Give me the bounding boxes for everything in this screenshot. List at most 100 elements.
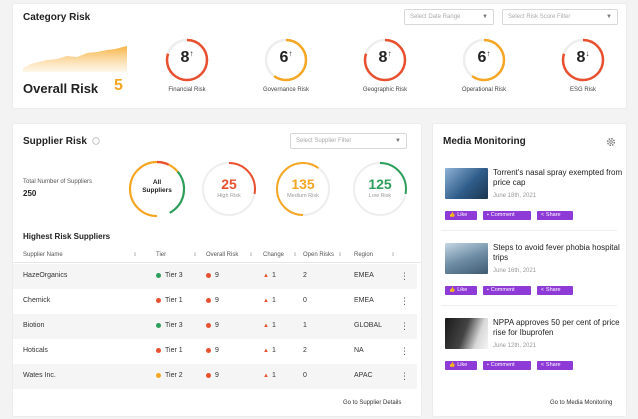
supplier-filter-select[interactable]: Select Supplier Filter ▼ — [290, 133, 407, 149]
table-row[interactable]: Chemick Tier 1 9 ▲ 1 0 EMEA ⋮ — [13, 289, 417, 314]
more-options-icon[interactable]: ⋮ — [400, 271, 409, 282]
risk-gauge-label: Governance Risk — [262, 87, 310, 93]
sort-icon[interactable]: ⇕ — [338, 252, 342, 258]
table-header-cell[interactable]: Change — [263, 252, 284, 258]
risk-gauge[interactable]: 8↑ — [164, 37, 210, 83]
news-title[interactable]: NPPA approves 50 per cent of price rise … — [493, 318, 623, 338]
comment-icon: ▪ — [487, 212, 489, 218]
sort-icon[interactable]: ⇕ — [249, 252, 253, 258]
table-header-cell[interactable]: Overall Risk — [206, 252, 238, 258]
supplier-name[interactable]: Biotion — [23, 322, 44, 329]
news-divider — [441, 230, 617, 231]
risk-gauge-label: Geographic Risk — [362, 87, 408, 93]
change-cell: ▲ 1 — [263, 347, 276, 354]
share-icon: < — [541, 287, 544, 293]
more-options-icon[interactable]: ⋮ — [400, 371, 409, 382]
thumbs-up-icon: 👍 — [449, 362, 456, 368]
share-icon: < — [541, 362, 544, 368]
more-options-icon[interactable]: ⋮ — [400, 321, 409, 332]
triangle-up-icon: ▲ — [263, 348, 269, 354]
tier-cell: Tier 1 — [156, 347, 183, 354]
risk-gauge-value: 8↑ — [180, 49, 194, 66]
risk-dot — [206, 322, 211, 328]
sort-icon[interactable]: ⇕ — [391, 252, 395, 258]
triangle-up-icon: ▲ — [263, 298, 269, 304]
region-cell: EMEA — [354, 297, 374, 304]
news-date: June 18th, 2021 — [493, 193, 537, 199]
change-cell: ▲ 1 — [263, 297, 276, 304]
triangle-up-icon: ▲ — [263, 323, 269, 329]
region-cell: APAC — [354, 372, 373, 379]
sort-icon[interactable]: ⇕ — [193, 252, 197, 258]
comment-button[interactable]: ▪ Comment — [483, 286, 531, 295]
table-header-cell[interactable]: Supplier Name — [23, 252, 63, 258]
table-row[interactable]: Biotion Tier 3 9 ▲ 1 1 GLOBAL ⋮ — [13, 314, 417, 339]
news-image-ibuprofen[interactable] — [445, 318, 488, 349]
like-button[interactable]: 👍 Like — [445, 211, 477, 220]
risk-count-label: Medium Risk — [287, 193, 319, 199]
region-cell: NA — [354, 347, 364, 354]
supplier-name[interactable]: HazeOrganics — [23, 272, 67, 279]
risk-count-circle[interactable]: 125 Low Risk — [352, 161, 408, 217]
table-row[interactable]: HazeOrganics Tier 3 9 ▲ 1 2 EMEA ⋮ — [13, 264, 417, 289]
share-button[interactable]: < Share — [537, 211, 573, 220]
media-monitoring-link[interactable]: Go to Media Monitoring — [550, 400, 612, 406]
risk-gauge-label: Financial Risk — [168, 87, 206, 93]
risk-gauge-label: Operational Risk — [461, 87, 507, 93]
risk-gauge[interactable]: 6↑ — [461, 37, 507, 83]
table-header-cell[interactable]: Tier — [156, 252, 166, 258]
news-divider — [441, 305, 617, 306]
news-image-nasal-spray[interactable] — [445, 168, 488, 199]
risk-dot — [206, 272, 211, 278]
supplier-details-link[interactable]: Go to Supplier Details — [343, 400, 401, 406]
share-button[interactable]: < Share — [537, 361, 573, 370]
comment-button[interactable]: ▪ Comment — [483, 361, 531, 370]
info-icon[interactable] — [92, 137, 100, 145]
gear-icon[interactable] — [606, 137, 616, 147]
overall-risk-cell: 9 — [206, 322, 219, 329]
overall-risk-value: 5 — [114, 77, 123, 94]
tier-cell: Tier 3 — [156, 272, 183, 279]
supplier-name[interactable]: Chemick — [23, 297, 50, 304]
risk-gauge[interactable]: 8↓ — [560, 37, 606, 83]
news-image-fever[interactable] — [445, 243, 488, 274]
news-date: June 12th, 2021 — [493, 343, 537, 349]
risk-gauge-value: 8↑ — [378, 49, 392, 66]
table-header-cell[interactable]: Open Risks — [303, 252, 334, 258]
triangle-up-icon: ▲ — [263, 373, 269, 379]
risk-gauge-label: ESG Risk — [569, 87, 596, 93]
like-button[interactable]: 👍 Like — [445, 361, 477, 370]
risk-gauge[interactable]: 6↑ — [263, 37, 309, 83]
news-title[interactable]: Steps to avoid fever phobia hospital tri… — [493, 243, 623, 263]
risk-gauge-value: 6↑ — [477, 49, 491, 66]
table-row[interactable]: Wates Inc. Tier 2 9 ▲ 1 0 APAC ⋮ — [13, 364, 417, 389]
table-row[interactable]: Hoticals Tier 1 9 ▲ 1 2 NA ⋮ — [13, 339, 417, 364]
risk-count-circle[interactable]: 25 High Risk — [201, 161, 257, 217]
supplier-name[interactable]: Hoticals — [23, 347, 48, 354]
more-options-icon[interactable]: ⋮ — [400, 346, 409, 357]
risk-gauge-value: 6↑ — [279, 49, 293, 66]
sort-icon[interactable]: ⇕ — [293, 252, 297, 258]
date-range-select[interactable]: Select Date Range ▼ — [404, 9, 494, 25]
risk-score-select[interactable]: Select Risk Score Filter ▼ — [502, 9, 618, 25]
news-title[interactable]: Torrent's nasal spray exempted from pric… — [493, 168, 623, 188]
all-suppliers-label: All Suppliers — [142, 179, 172, 194]
all-suppliers-donut[interactable]: All Suppliers — [127, 159, 187, 219]
tier-dot — [156, 297, 161, 303]
total-suppliers-value: 250 — [23, 189, 37, 198]
highest-risk-title: Highest Risk Suppliers — [23, 232, 111, 241]
share-button[interactable]: < Share — [537, 286, 573, 295]
open-risks-cell: 1 — [303, 322, 307, 329]
like-button[interactable]: 👍 Like — [445, 286, 477, 295]
more-options-icon[interactable]: ⋮ — [400, 296, 409, 307]
open-risks-cell: 0 — [303, 372, 307, 379]
risk-gauge[interactable]: 8↑ — [362, 37, 408, 83]
sort-icon[interactable]: ⇕ — [133, 252, 137, 258]
table-header-cell[interactable]: Region — [354, 252, 373, 258]
risk-count-circle[interactable]: 135 Medium Risk — [275, 161, 331, 217]
news-date: June 16th, 2021 — [493, 268, 537, 274]
risk-dot — [206, 347, 211, 353]
comment-button[interactable]: ▪ Comment — [483, 211, 531, 220]
supplier-name[interactable]: Wates Inc. — [23, 372, 56, 379]
arrow-up-icon: ↑ — [387, 49, 392, 58]
